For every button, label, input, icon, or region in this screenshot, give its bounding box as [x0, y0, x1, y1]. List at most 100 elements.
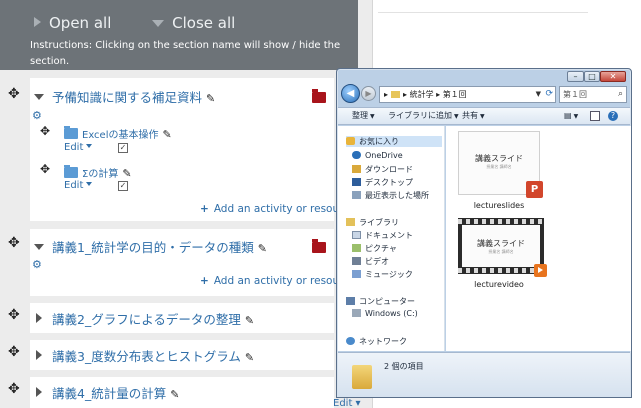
maximize-button[interactable]: □ [584, 71, 600, 82]
edit-pencil-icon[interactable]: ✎ [245, 351, 254, 364]
section-title-text: 予備知識に関する補足資料 [52, 90, 203, 105]
edit-pencil-icon[interactable]: ✎ [163, 128, 172, 141]
visibility-checkbox[interactable]: ✓ [118, 181, 128, 191]
chevron-down-icon: ▼ [480, 113, 485, 120]
course-section: 講義2_グラフによるデータの整理 ✎ [30, 303, 334, 333]
section-title[interactable]: 講義2_グラフによるデータの整理 ✎ [36, 309, 254, 328]
edit-pencil-icon[interactable]: ✎ [206, 92, 215, 105]
search-icon: ⌕ [617, 89, 623, 99]
help-icon[interactable]: ? [608, 111, 618, 121]
cloud-icon [352, 151, 361, 159]
add-to-library-menu[interactable]: ライブラリに追加 ▼ [388, 108, 459, 125]
nav-label: Windows (C:) [365, 309, 418, 318]
window-buttons: – □ ✕ [567, 71, 626, 83]
dropdown-arrow-icon [86, 182, 93, 186]
nav-label: ダウンロード [365, 165, 413, 174]
folder-icon[interactable] [312, 89, 326, 103]
course-header-panel: Open all Close all Instructions: Clickin… [0, 0, 358, 70]
nav-libraries[interactable]: ライブラリ [346, 217, 399, 228]
move-icon[interactable]: ✥ [8, 86, 20, 102]
add-activity-link[interactable]: + Add an activity or resource [200, 203, 355, 215]
nav-pictures[interactable]: ピクチャ [352, 243, 397, 254]
section-title[interactable]: 講義3_度数分布表とヒストグラム ✎ [36, 346, 254, 365]
views-menu[interactable]: ▤ ▼ [564, 108, 578, 125]
open-all-button[interactable]: Open all [34, 14, 111, 32]
move-icon[interactable]: ✥ [8, 235, 20, 251]
activity-sigma[interactable]: Σの計算 ✎ [64, 165, 132, 180]
nav-music[interactable]: ミュージック [352, 269, 413, 280]
refresh-icon[interactable]: ⟳ [545, 87, 553, 102]
powerpoint-icon: P [526, 181, 543, 198]
edit-label: Edit [64, 142, 84, 153]
move-icon[interactable]: ✥ [8, 344, 20, 360]
nav-recent[interactable]: 最近表示した場所 [352, 190, 429, 201]
add-activity-link[interactable]: + Add an activity or resource [200, 275, 355, 287]
edit-link[interactable]: Edit ▾ [333, 398, 361, 408]
nav-onedrive[interactable]: OneDrive [352, 151, 403, 160]
nav-windows-drive[interactable]: Windows (C:) [352, 309, 418, 318]
folder-icon[interactable] [312, 239, 326, 253]
command-bar: 整理 ▼ ライブラリに追加 ▼ 共有 ▼ ▤ ▼ ? [338, 107, 630, 125]
move-icon[interactable]: ✥ [40, 124, 50, 138]
add-to-library-label: ライブラリに追加 [388, 111, 452, 120]
edit-pencil-icon[interactable]: ✎ [170, 388, 179, 401]
section-title-text: 講義1_統計学の目的・データの種類 [52, 240, 254, 255]
nav-downloads[interactable]: ダウンロード [352, 164, 413, 175]
file-name[interactable]: lectureslides [449, 201, 549, 210]
edit-menu[interactable]: Edit [64, 142, 93, 153]
nav-label: ミュージック [365, 270, 413, 279]
close-button[interactable]: ✕ [600, 71, 626, 82]
edit-pencil-icon[interactable]: ✎ [122, 167, 131, 180]
section-title[interactable]: 講義1_統計学の目的・データの種類 ✎ [34, 237, 267, 256]
gear-icon[interactable]: ⚙ [32, 258, 42, 271]
organize-menu[interactable]: 整理 ▼ [352, 108, 375, 125]
nav-label: お気に入り [359, 137, 399, 146]
move-icon[interactable]: ✥ [8, 307, 20, 323]
file-name[interactable]: lecturevideo [449, 280, 549, 289]
minimize-button[interactable]: – [567, 71, 584, 82]
search-input[interactable]: 第１回 ⌕ [559, 86, 627, 103]
course-section: 講義4_統計量の計算 ✎ [30, 377, 334, 408]
close-all-button[interactable]: Close all [152, 14, 235, 32]
section-title[interactable]: 予備知識に関する補足資料 ✎ [34, 87, 215, 106]
section-title[interactable]: 講義4_統計量の計算 ✎ [36, 383, 179, 402]
instructions-text: Instructions: Clicking on the section na… [30, 40, 341, 67]
activity-excel[interactable]: Excelの基本操作 ✎ [64, 126, 172, 141]
computer-icon [346, 297, 355, 305]
share-menu[interactable]: 共有 ▼ [462, 108, 485, 125]
edit-pencil-icon[interactable]: ✎ [245, 314, 254, 327]
pictures-icon [352, 244, 361, 252]
move-icon[interactable]: ✥ [8, 381, 20, 397]
film-holes-top [458, 219, 544, 224]
slide-subtitle: 授業名 講師名 [488, 249, 514, 254]
nav-label: ライブラリ [359, 218, 399, 227]
chevron-down-icon[interactable]: ▼ [536, 87, 541, 102]
nav-computer[interactable]: コンピューター [346, 296, 415, 307]
edit-pencil-icon[interactable]: ✎ [258, 242, 267, 255]
title-bar[interactable]: – □ ✕ [337, 69, 631, 83]
back-arrow-icon[interactable]: ◀ [341, 84, 360, 103]
breadcrumb-item[interactable]: 統計学 [410, 90, 434, 99]
preview-pane-icon[interactable] [590, 111, 600, 121]
gear-icon[interactable]: ⚙ [32, 109, 42, 122]
nav-documents[interactable]: ドキュメント [352, 230, 413, 241]
file-thumbnail[interactable]: 講義スライド 授業名 講師名 P [458, 131, 543, 198]
section-title-text: 講義2_グラフによるデータの整理 [52, 312, 241, 327]
nav-favorites[interactable]: お気に入り [346, 136, 442, 147]
forward-arrow-icon[interactable]: ▶ [361, 86, 376, 101]
edit-menu[interactable]: Edit [64, 180, 93, 191]
nav-videos[interactable]: ビデオ [352, 256, 389, 267]
visibility-checkbox[interactable]: ✓ [118, 143, 128, 153]
dropdown-arrow-icon [86, 144, 93, 148]
address-bar[interactable]: ▸ ▸ 統計学 ▸ 第１回 ▼ ⟳ [379, 86, 556, 103]
nav-network[interactable]: ネットワーク [346, 336, 407, 347]
folder-icon [352, 365, 372, 389]
item-count: 2 個の項目 [384, 362, 424, 371]
file-thumbnail[interactable]: 講義スライド 授業名 講師名 [458, 218, 547, 277]
details-pane: 2 個の項目 [338, 352, 630, 397]
move-icon[interactable]: ✥ [40, 162, 50, 176]
nav-desktop[interactable]: デスクトップ [352, 177, 413, 188]
add-activity-label: Add an activity or resource [213, 203, 356, 215]
breadcrumb-item[interactable]: 第１回 [443, 90, 467, 99]
caret-down-icon [34, 94, 44, 100]
